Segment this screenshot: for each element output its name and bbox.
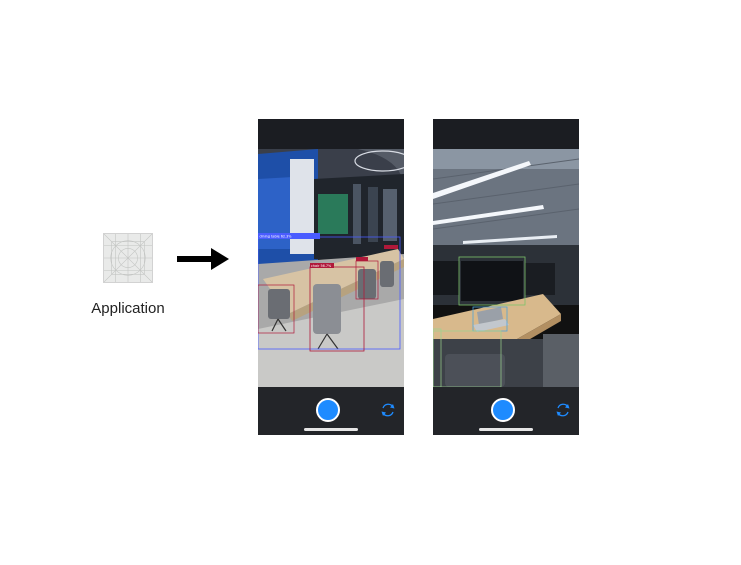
office-scene-image: dining table 62.3% chair 56.7% xyxy=(258,149,404,387)
phone-screen-office: dining table 62.3% chair 56.7% xyxy=(258,119,404,435)
camera-top-bar xyxy=(433,119,579,149)
shutter-button[interactable] xyxy=(491,398,515,422)
phone-screen-workstation xyxy=(433,119,579,435)
shutter-button[interactable] xyxy=(316,398,340,422)
camera-top-bar xyxy=(258,119,404,149)
flip-camera-icon[interactable] xyxy=(379,401,397,419)
camera-controls-bar xyxy=(433,387,579,435)
camera-preview xyxy=(433,149,579,387)
app-label: Application xyxy=(91,300,165,317)
camera-controls-bar xyxy=(258,387,404,435)
detection-label-table: dining table 62.3% xyxy=(260,235,293,239)
flip-camera-icon[interactable] xyxy=(554,401,572,419)
right-arrow-icon xyxy=(177,248,229,270)
home-indicator xyxy=(304,428,358,431)
workstation-scene-image xyxy=(433,149,579,387)
detection-label-chair: chair 56.7% xyxy=(311,264,332,268)
app-placeholder-icon[interactable] xyxy=(103,233,153,283)
home-indicator xyxy=(479,428,533,431)
app-grid-icon xyxy=(104,234,152,282)
camera-preview: dining table 62.3% chair 56.7% xyxy=(258,149,404,387)
